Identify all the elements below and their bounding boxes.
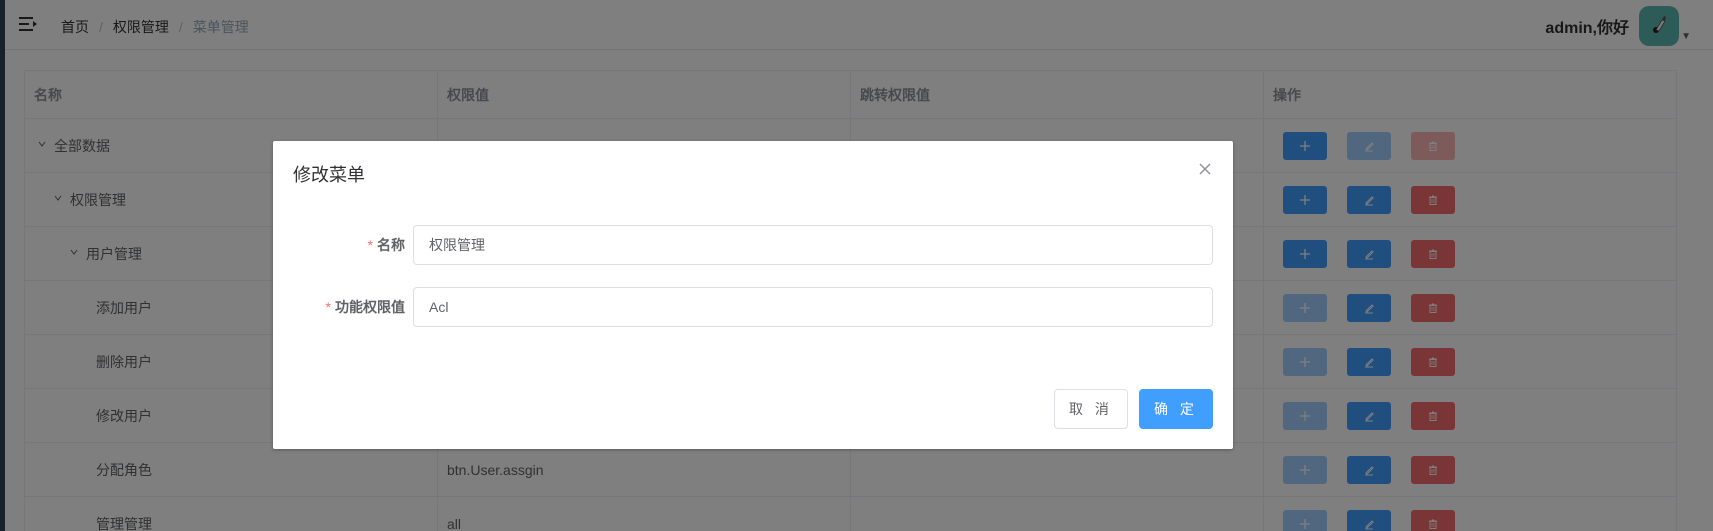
close-icon[interactable]: [1197, 161, 1213, 177]
form-item-permission: * 功能权限值: [273, 287, 1233, 327]
cancel-button[interactable]: 取 消: [1054, 389, 1128, 429]
permission-value-input[interactable]: [413, 287, 1213, 327]
name-label: * 名称: [367, 237, 405, 253]
form-item-name: * 名称: [273, 225, 1233, 265]
name-input[interactable]: [413, 225, 1213, 265]
confirm-button[interactable]: 确 定: [1139, 389, 1213, 429]
edit-menu-dialog: 修改菜单 *名称 *功能权限值 取 消 确 定: [273, 141, 1233, 449]
permission-value-label: * 功能权限值: [325, 299, 405, 315]
required-mark: *: [367, 237, 373, 253]
dialog-title: 修改菜单: [293, 165, 365, 185]
required-mark: *: [325, 299, 331, 315]
